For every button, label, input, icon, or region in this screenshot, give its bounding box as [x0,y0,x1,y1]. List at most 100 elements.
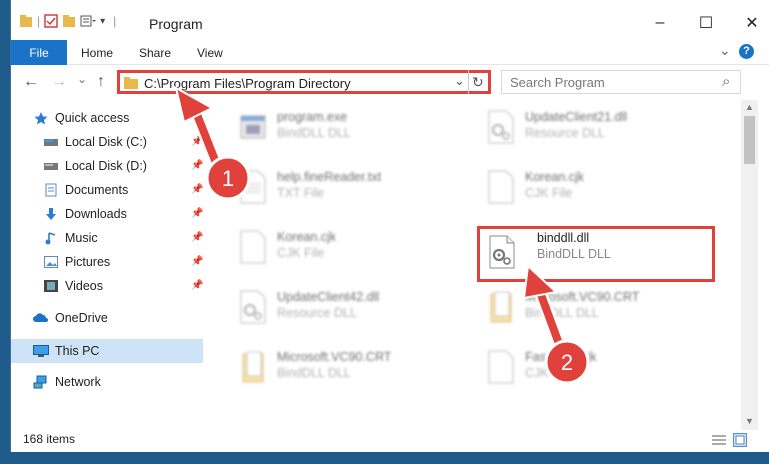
pin-icon[interactable]: 📌 [191,256,203,267]
sidebar-item-pictures[interactable]: Pictures [43,251,110,273]
sidebar-item-downloads[interactable]: Downloads [43,203,127,225]
new-folder-icon[interactable] [62,14,76,28]
pin-icon[interactable]: 📌 [191,184,203,195]
pin-icon[interactable]: 📌 [191,280,203,291]
sidebar-item-music[interactable]: Music [43,227,98,249]
separator: | [37,14,41,28]
download-icon [43,207,59,221]
search-box[interactable]: Search Program ⌕ [501,70,741,94]
navigation-bar: ← → ⌄ ↑ C:\Program Files\Program Directo… [11,66,769,98]
drive-icon [43,135,59,149]
manifest-folder-icon [490,291,512,323]
back-button[interactable]: ← [23,73,39,91]
star-icon [33,111,49,125]
manifest-folder-icon [242,351,264,383]
tab-share[interactable]: Share [139,46,171,60]
sidebar-item-documents[interactable]: Documents [43,179,128,201]
sidebar-item-this-pc[interactable]: This PC [33,340,99,362]
up-button[interactable]: ↑ [97,73,105,91]
dll-file-icon [488,110,514,144]
scroll-up-icon[interactable]: ▲ [745,102,754,112]
file-name: UpdateClient42.dll [277,290,380,304]
vertical-scrollbar[interactable]: ▲ ▼ [741,100,758,430]
list-item[interactable]: FastBook.cjk CJK File [481,344,721,390]
separator: | [113,14,117,28]
sidebar-item-local-disk-c[interactable]: Local Disk (C:) [43,131,147,153]
address-path: C:\Program Files\Program Directory [144,76,351,91]
list-item[interactable]: Korean.cjk CJK File [233,224,473,270]
item-count: 168 items [23,432,76,446]
close-button[interactable]: ✕ [729,8,769,38]
sidebar-item-label: Local Disk (C:) [65,135,147,149]
sidebar-item-label: Music [65,231,98,245]
list-item[interactable]: program.exe BindDLL DLL [233,104,473,150]
file-type: CJK File [277,246,325,260]
sidebar-item-label: Local Disk (D:) [65,159,147,173]
computer-icon [33,344,49,358]
documents-icon [43,183,59,197]
drive-icon [43,159,59,173]
customize-view-icon[interactable] [80,14,97,28]
list-item[interactable]: Microsoft.VC90.CRT BindDLL DLL [481,284,721,330]
pictures-icon [43,255,59,269]
text-file-icon [240,170,266,204]
sidebar-item-onedrive[interactable]: OneDrive [33,307,108,329]
details-view-icon[interactable] [711,434,727,446]
file-name: Korean.cjk [525,170,585,184]
list-item[interactable]: UpdateClient21.dll Resource DLL [481,104,721,150]
videos-icon [43,279,59,293]
music-icon [43,231,59,245]
pin-icon[interactable]: 📌 [191,232,203,243]
folder-icon[interactable] [19,14,33,28]
forward-button[interactable]: → [51,73,67,91]
sidebar-item-label: This PC [55,344,100,358]
list-item[interactable]: Microsoft.VC90.CRT BindDLL DLL [233,344,473,390]
refresh-button[interactable]: ↻ [472,74,484,91]
divider [468,70,469,94]
file-name: help.fineReader.txt [277,170,382,184]
tab-file[interactable]: File [11,40,67,65]
title-bar: | ▾ | Program – ☐ ✕ [11,0,769,40]
list-item[interactable]: Korean.cjk CJK File [481,164,721,210]
search-icon[interactable]: ⌕ [722,73,730,90]
pin-icon[interactable]: 📌 [191,136,203,147]
file-type: BindDLL DLL [537,247,611,261]
properties-icon[interactable] [44,14,58,28]
tab-view[interactable]: View [197,46,223,60]
sidebar-item-local-disk-d[interactable]: Local Disk (D:) [43,155,147,177]
file-name: binddll.dll [537,231,590,245]
list-item[interactable]: UpdateClient42.dll Resource DLL [233,284,473,330]
pin-icon[interactable]: 📌 [191,208,203,219]
address-bar[interactable]: C:\Program Files\Program Directory ⌄ ↻ [117,70,491,94]
sidebar-item-network[interactable]: Network [33,371,101,393]
maximize-button[interactable]: ☐ [683,8,729,38]
address-dropdown-icon[interactable]: ⌄ [454,73,465,89]
highlighted-file-item[interactable]: binddll.dll BindDLL DLL [477,226,715,282]
pin-icon[interactable]: 📌 [191,160,203,171]
scroll-thumb[interactable] [744,116,755,164]
cloud-icon [33,311,49,325]
sidebar-item-label: Pictures [65,255,111,269]
file-name: Microsoft.VC90.CRT [277,350,392,364]
recent-locations-button[interactable]: ⌄ [77,72,87,86]
dll-file-icon [489,235,515,269]
folder-icon [124,77,138,89]
help-icon[interactable]: ? [739,44,754,59]
expand-ribbon-icon[interactable]: ⌄ [719,42,731,59]
list-item[interactable]: help.fineReader.txt TXT File [233,164,473,210]
scroll-down-icon[interactable]: ▼ [745,416,754,426]
sidebar-item-label: OneDrive [55,311,108,325]
tab-home[interactable]: Home [81,46,113,60]
file-type: Resource DLL [525,126,605,140]
sidebar-item-quick-access[interactable]: Quick access [33,107,129,129]
qat-dropdown-icon[interactable]: ▾ [100,16,105,27]
search-input[interactable]: Search Program [510,75,605,90]
file-name: Microsoft.VC90.CRT [525,290,640,304]
explorer-window: | ▾ | Program – ☐ ✕ File Home Share View… [10,0,769,452]
file-type: CJK File [525,366,573,380]
sidebar-item-videos[interactable]: Videos [43,275,103,297]
window-title: Program [149,16,203,32]
minimize-button[interactable]: – [637,8,683,38]
exe-file-icon [240,115,266,139]
large-icons-view-icon[interactable] [733,433,747,447]
